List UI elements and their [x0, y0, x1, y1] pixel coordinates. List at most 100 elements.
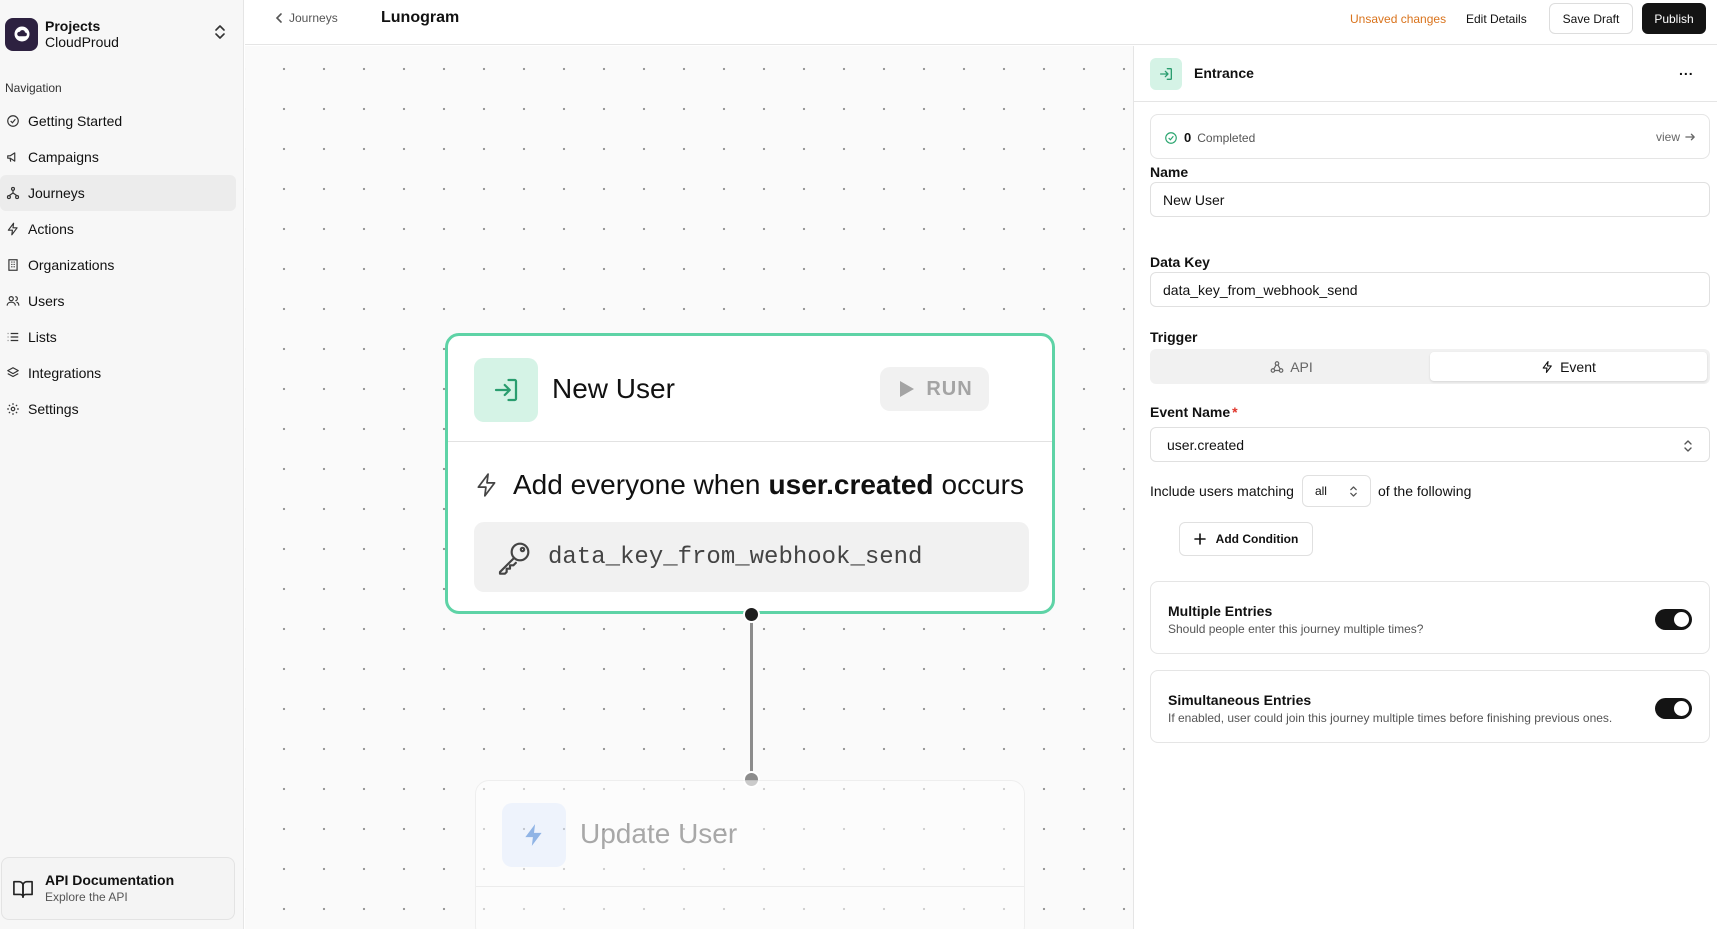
building-icon: [8, 259, 18, 271]
project-switcher[interactable]: Projects CloudProud: [5, 14, 235, 54]
trigger-segmented-control: API Event: [1150, 349, 1710, 384]
multiple-entries-desc: Should people enter this journey multipl…: [1168, 622, 1424, 636]
include-suffix: of the following: [1377, 483, 1472, 499]
trigger-prefix: Add everyone when: [513, 469, 761, 500]
entrance-icon: [1150, 58, 1182, 90]
output-handle[interactable]: [743, 606, 760, 623]
sidebar-item-label: Settings: [28, 401, 79, 417]
nav-heading: Navigation: [5, 81, 62, 95]
sidebar: Projects CloudProud Navigation Getting S…: [0, 0, 244, 929]
sidebar-item-label: Campaigns: [28, 149, 99, 165]
page-title: Lunogram: [381, 9, 460, 26]
data-key-input[interactable]: [1150, 272, 1710, 307]
webhook-icon: [1270, 360, 1284, 373]
view-completed-link[interactable]: view: [1656, 130, 1696, 144]
sidebar-item-organizations[interactable]: Organizations: [0, 247, 236, 283]
completed-stats: 0 Completed view: [1150, 114, 1710, 159]
include-users-row: Include users matching all of the follow…: [1150, 475, 1471, 507]
add-condition-label: Add Condition: [1215, 532, 1299, 546]
list-icon: [7, 332, 19, 342]
multiple-entries-title: Multiple Entries: [1168, 603, 1273, 619]
simultaneous-entries-card: Simultaneous Entries If enabled, user co…: [1150, 670, 1710, 743]
sidebar-item-getting-started[interactable]: Getting Started: [0, 103, 236, 139]
unsaved-changes-indicator: Unsaved changes: [1350, 12, 1447, 26]
sidebar-item-label: Getting Started: [28, 113, 123, 129]
event-name-label: Event Name *: [1150, 404, 1238, 420]
sidebar-item-integrations[interactable]: Integrations: [0, 355, 236, 391]
event-name-label-text: Event Name: [1150, 404, 1231, 420]
run-label: RUN: [926, 377, 973, 400]
node-trigger-description: Add everyone when user.created occurs: [474, 469, 1024, 501]
more-options-button[interactable]: ...: [1679, 62, 1694, 78]
arrow-right-icon: [1685, 133, 1696, 141]
name-label: Name: [1150, 164, 1189, 180]
trigger-label: Trigger: [1150, 329, 1198, 345]
project-label: Projects: [45, 18, 101, 34]
sidebar-item-campaigns[interactable]: Campaigns: [0, 139, 236, 175]
add-condition-button[interactable]: Add Condition: [1179, 522, 1313, 556]
bolt-icon: [502, 803, 566, 867]
multiple-entries-toggle[interactable]: [1655, 609, 1692, 630]
check-circle-icon: [1165, 131, 1177, 144]
sidebar-nav: Getting Started Campaigns Journeys Actio…: [0, 103, 236, 427]
node-settings-panel: Entrance ... 0 Completed view Name Data …: [1133, 46, 1717, 929]
check-circle-icon: [7, 115, 19, 127]
trigger-event: user.created: [768, 469, 934, 500]
chevron-up-down-icon: [1350, 485, 1357, 497]
data-key-label: Data Key: [1150, 254, 1210, 270]
trigger-api-option[interactable]: API: [1153, 352, 1430, 381]
project-name: CloudProud: [45, 34, 119, 50]
required-mark: *: [1232, 404, 1238, 420]
workflow-icon: [6, 186, 20, 200]
match-mode-select[interactable]: all: [1301, 475, 1371, 507]
sidebar-item-label: Users: [28, 293, 65, 309]
layers-icon: [7, 367, 19, 378]
plus-icon: [1193, 533, 1206, 545]
update-user-node[interactable]: Update User: [475, 780, 1025, 929]
name-input[interactable]: [1150, 182, 1710, 217]
completed-count: 0: [1184, 130, 1192, 145]
api-doc-title: API Documentation: [45, 871, 175, 888]
save-draft-button[interactable]: Save Draft: [1549, 3, 1633, 34]
view-label: view: [1655, 130, 1680, 144]
api-documentation-link[interactable]: API Documentation Explore the API: [1, 857, 235, 920]
event-name-value: user.created: [1167, 436, 1245, 453]
sidebar-item-label: Integrations: [28, 365, 102, 381]
publish-button[interactable]: Publish: [1642, 3, 1706, 34]
chevron-left-icon: [275, 13, 282, 23]
api-doc-subtitle: Explore the API: [45, 889, 128, 904]
play-icon: [900, 381, 915, 397]
simultaneous-entries-toggle[interactable]: [1655, 698, 1692, 719]
bolt-icon: [1542, 360, 1552, 373]
entrance-icon: [474, 358, 538, 422]
match-mode-value: all: [1314, 484, 1327, 498]
users-icon: [6, 296, 20, 306]
breadcrumb[interactable]: Journeys: [275, 11, 338, 25]
top-bar: Journeys Lunogram Unsaved changes Edit D…: [245, 0, 1717, 45]
sidebar-item-label: Organizations: [28, 257, 115, 273]
sidebar-item-settings[interactable]: Settings: [0, 391, 236, 427]
panel-title: Entrance: [1194, 65, 1254, 81]
sidebar-item-journeys[interactable]: Journeys: [0, 175, 236, 211]
sidebar-item-users[interactable]: Users: [0, 283, 236, 319]
node-data-key: data_key_from_webhook_send: [474, 522, 1029, 592]
data-key-value: data_key_from_webhook_send: [548, 543, 923, 571]
edit-details-link[interactable]: Edit Details: [1466, 12, 1527, 26]
sidebar-item-lists[interactable]: Lists: [0, 319, 236, 355]
include-prefix: Include users matching: [1150, 483, 1294, 499]
node-title: New User: [552, 373, 675, 404]
run-button[interactable]: RUN: [880, 367, 989, 411]
entrance-node[interactable]: New User RUN Add everyone when user.crea…: [445, 333, 1055, 614]
trigger-event-label: Event: [1560, 358, 1596, 375]
journey-canvas[interactable]: New User RUN Add everyone when user.crea…: [245, 46, 1133, 929]
chevron-up-down-icon: [1684, 440, 1692, 452]
simultaneous-entries-desc: If enabled, user could join this journey…: [1168, 711, 1613, 725]
book-icon: [13, 880, 33, 898]
sidebar-item-label: Lists: [28, 329, 57, 345]
simultaneous-entries-title: Simultaneous Entries: [1168, 692, 1312, 708]
megaphone-icon: [7, 152, 16, 162]
breadcrumb-journeys[interactable]: Journeys: [289, 11, 338, 25]
trigger-event-option[interactable]: Event: [1430, 352, 1707, 381]
sidebar-item-actions[interactable]: Actions: [0, 211, 236, 247]
event-name-select[interactable]: user.created: [1150, 427, 1710, 462]
